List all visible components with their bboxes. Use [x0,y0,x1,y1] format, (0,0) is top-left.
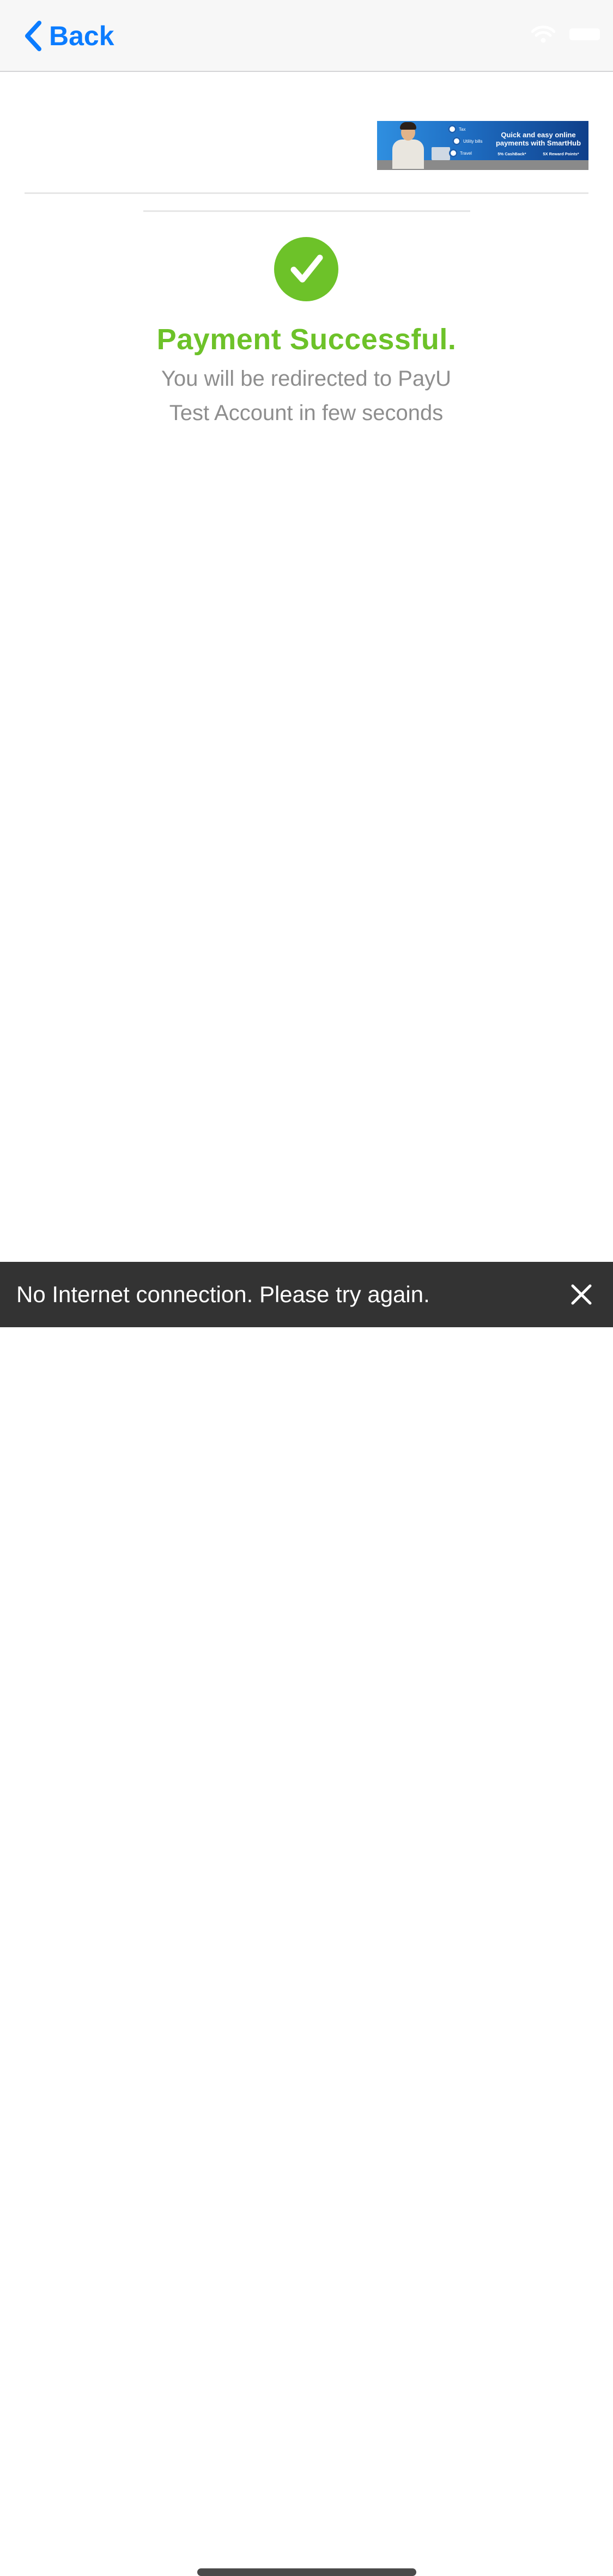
travel-icon [449,149,458,157]
divider [143,210,470,212]
banner-offers: 5% CashBack* 5X Reward Points* [489,151,587,156]
back-label: Back [49,21,114,51]
bill-icon [452,137,461,145]
battery-icon [569,28,600,40]
banner-category-item: Utility bills [452,135,483,147]
tax-icon [448,125,457,133]
payment-status-title: Payment Successful. [156,323,457,356]
wifi-icon [531,25,555,44]
error-snackbar: No Internet connection. Please try again… [0,1262,613,2576]
redirect-message: You will be redirected to PayU Test Acco… [161,367,452,425]
banner-category-list: Tax Utility bills Travel [448,123,483,159]
navigation-bar: Back [0,0,613,72]
banner-offer-rewards: 5X Reward Points* [543,151,579,156]
banner-person-image [389,122,427,169]
banner-ad[interactable]: Tax Utility bills Travel Quick and easy … [377,121,588,170]
status-icons [531,25,600,44]
chevron-left-icon [22,20,45,52]
banner-headline: Quick and easy online payments with Smar… [495,131,581,147]
banner-category-item: Tax [448,123,483,135]
close-icon[interactable] [569,1283,593,1307]
back-button[interactable]: Back [22,15,114,57]
laptop-icon [432,147,450,160]
banner-offer-cashback: 5% CashBack* [497,151,526,156]
snackbar-message: No Internet connection. Please try again… [16,1281,430,1307]
home-indicator[interactable] [197,2568,416,2576]
checkmark-icon [274,237,338,301]
banner-category-item: Travel [449,147,483,159]
divider [25,192,588,194]
